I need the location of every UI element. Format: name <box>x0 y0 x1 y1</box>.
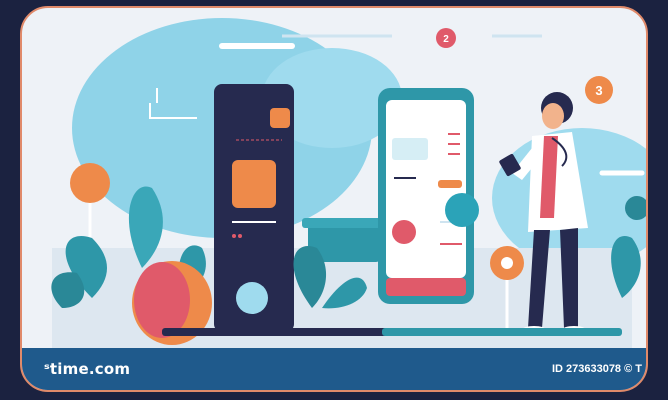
image-frame: 2 3 ˢtime.com ID 273633078 © T <box>20 6 648 392</box>
orange-circle <box>70 163 110 203</box>
phone-tag <box>438 180 462 188</box>
phone-avatar <box>392 220 416 244</box>
orange-target-center <box>501 257 513 269</box>
watermark-brand: ˢtime.com <box>44 360 131 378</box>
phone-card <box>392 138 428 160</box>
dark-device-dot <box>238 234 242 238</box>
badge-label-right: 3 <box>595 83 602 98</box>
round-plant-highlight <box>134 262 190 338</box>
dark-device-dot <box>232 234 236 238</box>
doctor-face <box>542 103 564 129</box>
teal-bench-top <box>302 218 386 228</box>
dark-device-tag <box>270 108 290 128</box>
phone-bottom <box>386 278 466 296</box>
leaf-bud <box>625 196 646 220</box>
teal-bubble <box>445 193 479 227</box>
illustration-scene: 2 3 <box>51 18 646 348</box>
badge-label-top: 2 <box>443 34 449 45</box>
watermark-footer: ˢtime.com ID 273633078 © T <box>22 348 646 390</box>
stock-id-text: ID 273633078 © T <box>551 363 642 375</box>
ground-base <box>382 328 622 336</box>
dark-device-card <box>232 160 276 208</box>
phone-screen <box>386 100 466 278</box>
dark-device-button <box>236 282 268 314</box>
